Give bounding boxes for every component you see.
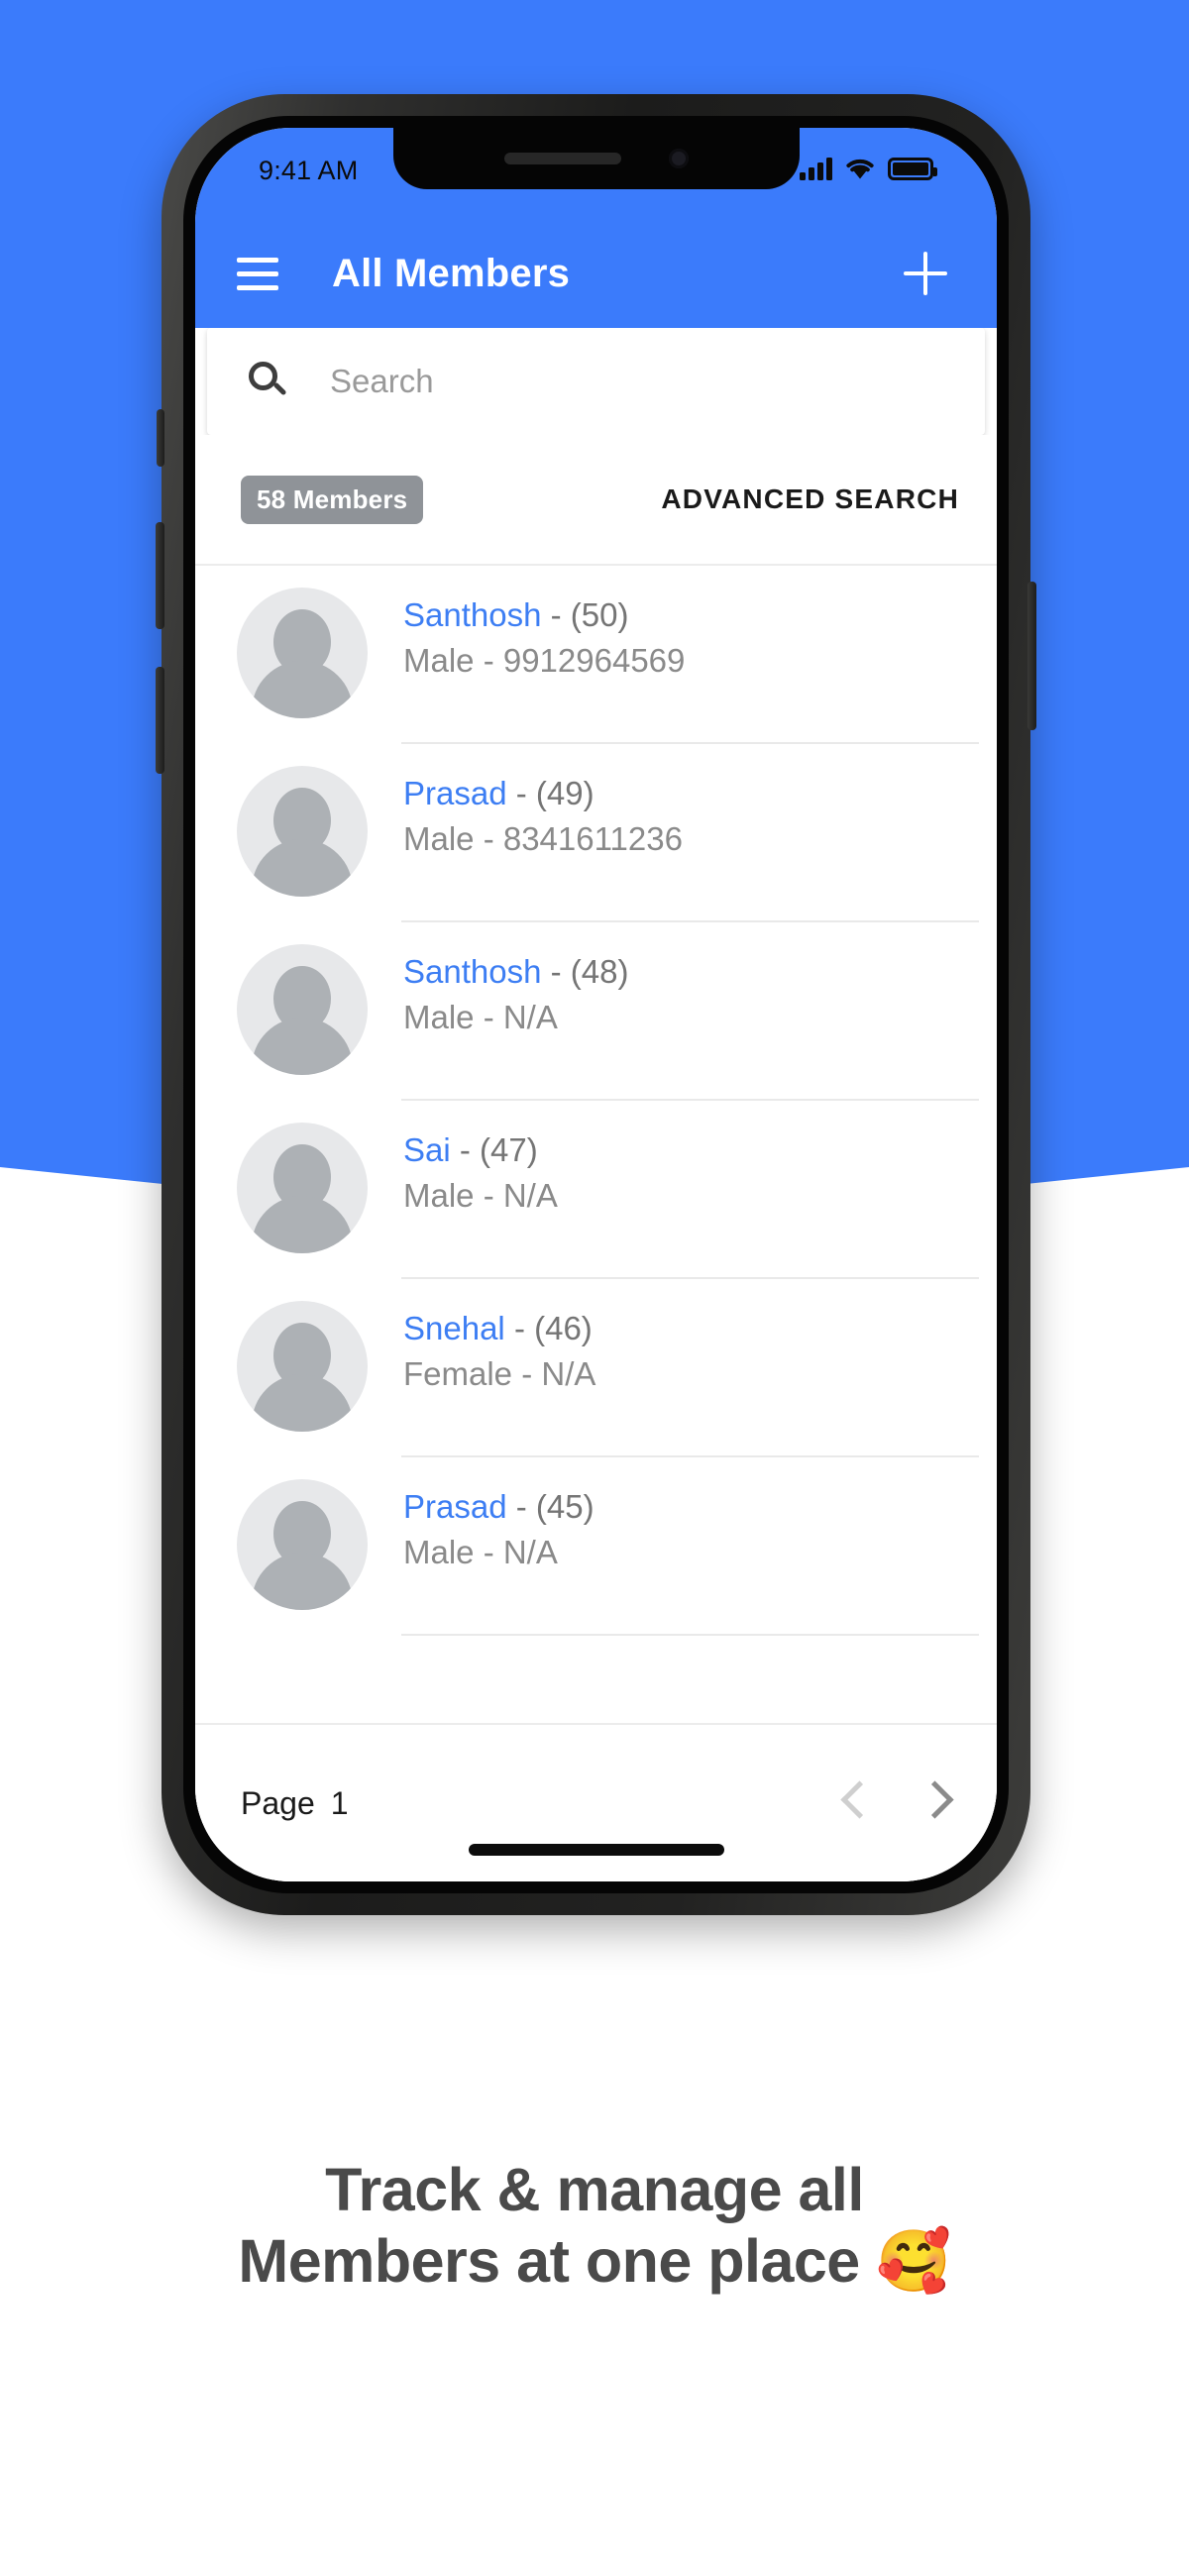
avatar bbox=[237, 766, 368, 897]
chevron-right-icon[interactable] bbox=[918, 1777, 947, 1829]
list-item[interactable]: Santhosh - (48) Male - N/A bbox=[195, 922, 997, 1101]
avatar bbox=[237, 944, 368, 1075]
member-name-text[interactable]: Santhosh bbox=[403, 953, 541, 990]
caption-line-1: Track & manage all bbox=[325, 2156, 864, 2223]
page-title: All Members bbox=[332, 251, 571, 295]
battery-full-icon bbox=[888, 158, 937, 180]
status-badge: 58 Members bbox=[241, 475, 424, 524]
member-name-text[interactable]: Prasad bbox=[403, 775, 507, 811]
volume-down-button[interactable] bbox=[156, 667, 164, 774]
member-age: (50) bbox=[570, 596, 629, 633]
page-number: 1 bbox=[330, 1784, 349, 1821]
member-name: Prasad - (49) bbox=[403, 774, 997, 813]
caption-line-2: Members at one place 🥰 bbox=[238, 2226, 951, 2295]
power-button[interactable] bbox=[1027, 582, 1036, 730]
member-list-viewport[interactable]: Santhosh - (50) Male - 9912964569 Prasad -… bbox=[195, 566, 997, 1723]
member-age: (45) bbox=[535, 1488, 594, 1525]
avatar bbox=[237, 1123, 368, 1253]
member-name: Snehal - (46) bbox=[403, 1309, 997, 1348]
list-item[interactable]: Prasad - (49) Male - 8341611236 bbox=[195, 744, 997, 922]
member-name-text[interactable]: Santhosh bbox=[403, 596, 541, 633]
phone-device-frame: 9:41 AM All Members Search 58 Members AD… bbox=[156, 94, 1036, 1915]
member-name: Santhosh - (48) bbox=[403, 952, 997, 992]
marketing-caption: Track & manage all Members at one place … bbox=[0, 2155, 1189, 2298]
member-info: Santhosh - (50) Male - 9912964569 bbox=[368, 566, 997, 744]
mute-switch-button[interactable] bbox=[157, 409, 164, 467]
phone-bezel: 9:41 AM All Members Search 58 Members AD… bbox=[183, 116, 1009, 1893]
home-indicator[interactable] bbox=[468, 1844, 724, 1856]
earpiece-speaker bbox=[503, 153, 621, 164]
member-age: (47) bbox=[480, 1131, 538, 1168]
member-name-text[interactable]: Sai bbox=[403, 1131, 451, 1168]
member-details: Male - 9912964569 bbox=[403, 642, 686, 680]
avatar bbox=[237, 1479, 368, 1610]
member-name-text[interactable]: Prasad bbox=[403, 1488, 507, 1525]
avatar bbox=[237, 588, 368, 718]
status-bar-time: 9:41 AM bbox=[259, 156, 359, 185]
member-info: Snehal - (46) Female - N/A bbox=[368, 1279, 997, 1457]
member-name-separator: - bbox=[550, 953, 562, 990]
search-bar[interactable]: Search bbox=[207, 328, 985, 435]
volume-up-button[interactable] bbox=[156, 522, 164, 629]
status-bar-icons bbox=[800, 152, 937, 180]
device-notch bbox=[392, 128, 800, 189]
member-name: Sai - (47) bbox=[403, 1130, 997, 1170]
row-divider bbox=[401, 1634, 979, 1636]
signal-bars-icon bbox=[800, 157, 832, 180]
search-input[interactable]: Search bbox=[330, 363, 434, 400]
member-name-separator: - bbox=[515, 775, 527, 811]
member-details: Male - N/A bbox=[403, 999, 558, 1036]
member-name: Santhosh - (50) bbox=[403, 595, 997, 635]
list-item[interactable]: Snehal - (46) Female - N/A bbox=[195, 1279, 997, 1457]
member-info: Prasad - (49) Male - 8341611236 bbox=[368, 744, 997, 922]
front-camera bbox=[668, 149, 689, 168]
page-label: Page 1 bbox=[241, 1785, 349, 1822]
page-label-text: Page bbox=[241, 1784, 315, 1821]
chevron-left-icon[interactable] bbox=[842, 1777, 872, 1829]
phone-screen: 9:41 AM All Members Search 58 Members AD… bbox=[195, 128, 997, 1881]
member-details: Male - 8341611236 bbox=[403, 820, 683, 858]
wifi-icon bbox=[846, 159, 874, 179]
member-details: Female - N/A bbox=[403, 1355, 596, 1393]
member-info: Sai - (47) Male - N/A bbox=[368, 1101, 997, 1279]
list-item[interactable]: Santhosh - (50) Male - 9912964569 bbox=[195, 566, 997, 744]
screenshot-root: 9:41 AM All Members Search 58 Members AD… bbox=[0, 0, 1189, 2576]
member-name: Prasad - (45) bbox=[403, 1487, 997, 1527]
member-name-separator: - bbox=[515, 1488, 527, 1525]
member-details: Male - N/A bbox=[403, 1534, 558, 1571]
pagination-bar: Page 1 bbox=[195, 1723, 997, 1881]
member-name-separator: - bbox=[513, 1310, 525, 1346]
member-details: Male - N/A bbox=[403, 1177, 558, 1215]
status-bar: 9:41 AM bbox=[195, 128, 997, 219]
member-age: (49) bbox=[535, 775, 594, 811]
avatar bbox=[237, 1301, 368, 1432]
member-age: (46) bbox=[534, 1310, 593, 1346]
hamburger-menu-icon[interactable] bbox=[237, 257, 278, 290]
list-item[interactable]: Prasad - (45) Male - N/A bbox=[195, 1457, 997, 1636]
member-name-separator: - bbox=[459, 1131, 471, 1168]
screen-content: Search 58 Members ADVANCED SEARCH Santho… bbox=[195, 328, 997, 1881]
app-bar: All Members bbox=[195, 219, 997, 328]
list-toolbar: 58 Members ADVANCED SEARCH bbox=[195, 435, 997, 566]
member-name-text[interactable]: Snehal bbox=[403, 1310, 505, 1346]
member-info: Prasad - (45) Male - N/A bbox=[368, 1457, 997, 1636]
advanced-search-button[interactable]: ADVANCED SEARCH bbox=[661, 483, 959, 515]
member-name-separator: - bbox=[550, 596, 562, 633]
member-age: (48) bbox=[570, 953, 629, 990]
search-icon bbox=[249, 362, 288, 401]
member-info: Santhosh - (48) Male - N/A bbox=[368, 922, 997, 1101]
member-list: Santhosh - (50) Male - 9912964569 Prasad -… bbox=[195, 566, 997, 1636]
list-item[interactable]: Sai - (47) Male - N/A bbox=[195, 1101, 997, 1279]
plus-icon[interactable] bbox=[904, 252, 947, 295]
